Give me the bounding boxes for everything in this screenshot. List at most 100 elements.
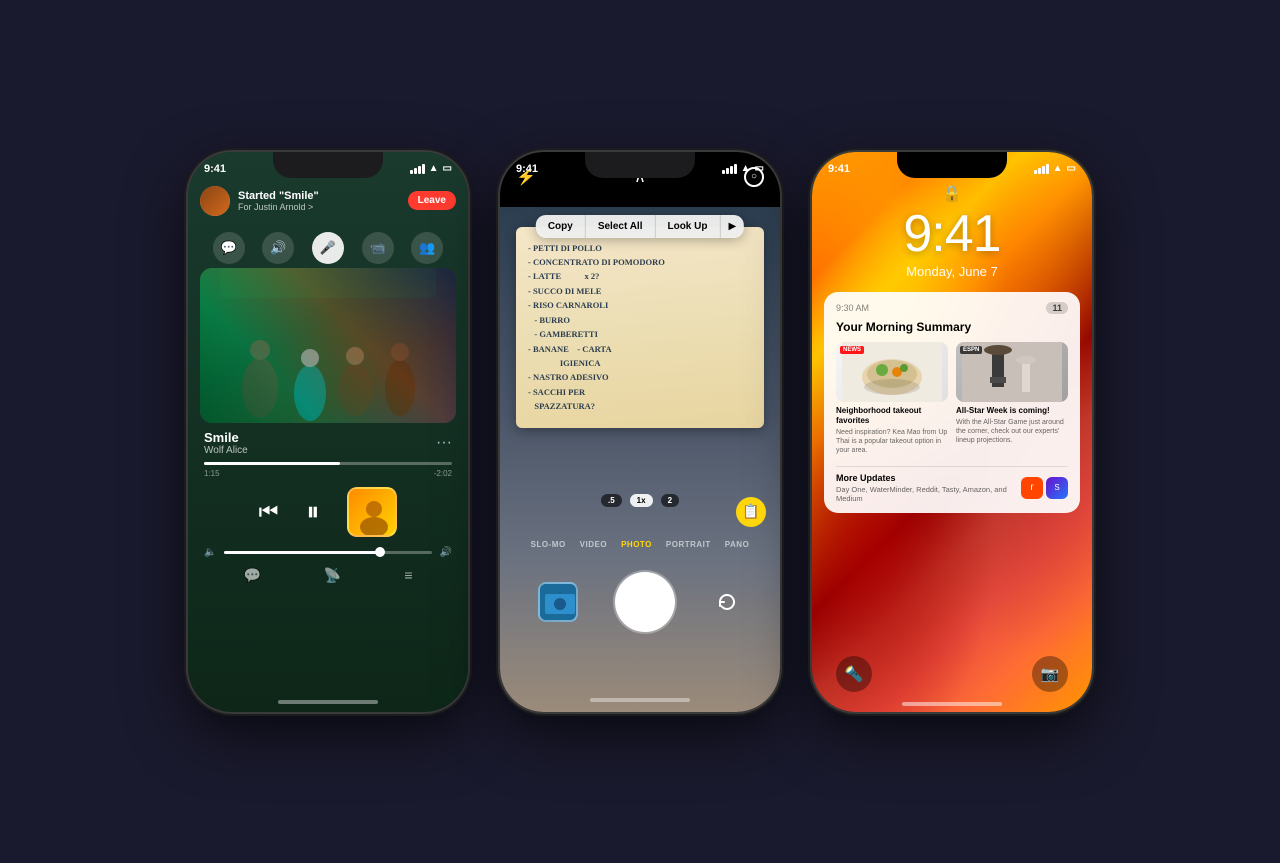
mode-portrait[interactable]: PORTRAIT [666, 540, 711, 549]
status-bar-2: 9:41 ▲ ▭ [500, 152, 780, 180]
notif-title: Your Morning Summary [836, 320, 1068, 334]
volume-fill [224, 551, 379, 554]
reddit-icon: r [1021, 477, 1043, 499]
chat-button[interactable]: 💬 [213, 232, 245, 264]
volume-high-icon: 🔊 [440, 547, 452, 558]
bar4c [1046, 164, 1049, 174]
grocery-note: - PETTI DI POLLO - CONCENTRATO DI POMODO… [516, 227, 764, 428]
album-overlay [200, 268, 456, 423]
flashlight-button[interactable]: 🔦 [836, 656, 872, 692]
lyrics-button[interactable]: 💬 [243, 567, 260, 584]
progress-bar[interactable]: 1:15 -2:02 [204, 462, 452, 478]
wifi-icon-3: ▲ [1053, 163, 1063, 174]
pip-video[interactable] [347, 487, 397, 537]
select-all-menu-item[interactable]: Select All [586, 215, 656, 238]
news-image-1: NEWS [836, 342, 948, 402]
song-details: Smile Wolf Alice [204, 430, 248, 456]
more-updates-row: More Updates Day One, WaterMinder, Reddi… [836, 466, 1068, 503]
bar2b [726, 168, 729, 174]
playback-controls: ⏮ ⏸ [188, 487, 468, 537]
time-current: 1:15 [204, 469, 220, 478]
more-options-button[interactable]: ··· [436, 434, 452, 452]
mode-slomo[interactable]: SLO-MO [531, 540, 566, 549]
lock-icon: 🔒 [942, 184, 962, 204]
signal-icon-3 [1034, 164, 1049, 174]
battery-icon: ▭ [443, 163, 452, 174]
mic-button[interactable]: 🎤 [312, 232, 344, 264]
pause-button[interactable]: ⏸ [306, 496, 319, 528]
status-time-3: 9:41 [828, 163, 850, 175]
call-title: Started "Smile" [238, 190, 400, 202]
bottom-controls: 💬 📡 ≡ [188, 567, 468, 584]
zoom-0.5[interactable]: .5 [601, 494, 622, 507]
bar4 [422, 164, 425, 174]
notif-header: 9:30 AM 11 [836, 302, 1068, 314]
time-row: 1:15 -2:02 [204, 469, 452, 478]
battery-icon-2: ▭ [755, 163, 764, 174]
call-controls: 💬 🔊 🎤 📹 👥 [188, 226, 468, 270]
news-card-2[interactable]: ESPN All-Star Week is coming! With the A… [956, 342, 1068, 456]
camera-preview: - PETTI DI POLLO - CONCENTRATO DI POMODO… [500, 207, 780, 712]
phone-3: 9:41 ▲ ▭ 🔒 9:41 Monday, June 7 9:30 [812, 152, 1092, 712]
status-icons-2: ▲ ▭ [722, 163, 764, 174]
queue-button[interactable]: ≡ [404, 567, 412, 584]
phone-1-screen: 9:41 ▲ ▭ Started "Smile" For Justin [188, 152, 468, 712]
people-button[interactable]: 👥 [411, 232, 443, 264]
more-apps-list: Day One, WaterMinder, Reddit, Tasty, Ama… [836, 485, 1021, 503]
morning-summary-notification[interactable]: 9:30 AM 11 Your Morning Summary NEWS [824, 292, 1080, 513]
phone-2-screen: 9:41 ▲ ▭ ⚡ ∧ ○ [500, 152, 780, 712]
more-app-icons: r S [1021, 477, 1068, 499]
copy-menu-item[interactable]: Copy [536, 215, 586, 238]
photo-thumbnail[interactable] [538, 582, 578, 622]
progress-fill [204, 462, 340, 465]
album-art [200, 268, 456, 423]
wifi-icon-2: ▲ [741, 163, 751, 174]
leave-button[interactable]: Leave [408, 191, 456, 210]
battery-icon-3: ▭ [1067, 163, 1076, 174]
zoom-2x[interactable]: 2 [661, 494, 679, 507]
news-headline-1: Neighborhood takeout favorites [836, 406, 948, 427]
song-artist: Wolf Alice [204, 445, 248, 456]
avatar [200, 186, 230, 216]
bar1b [722, 170, 725, 174]
status-time-2: 9:41 [516, 163, 538, 175]
home-bar-3 [902, 702, 1002, 706]
news-badge-2: ESPN [960, 346, 982, 354]
camera-button[interactable]: 📷 [1032, 656, 1068, 692]
notch-3 [897, 152, 1007, 178]
home-bar-2 [590, 698, 690, 702]
mode-photo[interactable]: PHOTO [621, 540, 652, 549]
speaker-button[interactable]: 🔊 [262, 232, 294, 264]
more-updates-info: More Updates Day One, WaterMinder, Reddi… [836, 473, 1021, 503]
look-up-menu-item[interactable]: Look Up [655, 215, 720, 238]
phone-3-screen: 9:41 ▲ ▭ 🔒 9:41 Monday, June 7 9:30 [812, 152, 1092, 712]
thumb-image [540, 584, 578, 622]
volume-slider[interactable]: 🔈 🔊 [204, 547, 452, 558]
lockscreen-time: 9:41 [812, 204, 1092, 264]
news-card-1[interactable]: NEWS Neighborhood takeout favorites Ne [836, 342, 948, 456]
shutter-row [500, 572, 780, 632]
medium-icon: S [1046, 477, 1068, 499]
context-menu: Copy Select All Look Up ▶ [536, 215, 744, 238]
rewind-button[interactable]: ⏮ [259, 499, 279, 525]
wifi-icon: ▲ [429, 163, 439, 174]
flip-camera-button[interactable] [712, 587, 742, 617]
menu-more-arrow[interactable]: ▶ [720, 215, 744, 238]
zoom-1x[interactable]: 1x [630, 494, 653, 507]
airplay-button[interactable]: 📡 [324, 567, 341, 584]
more-updates-title: More Updates [836, 473, 1021, 483]
volume-thumb [375, 547, 385, 557]
status-icons-1: ▲ ▭ [410, 163, 452, 174]
bar2 [414, 168, 417, 174]
shutter-button[interactable] [615, 572, 675, 632]
mode-pano[interactable]: PANO [725, 540, 750, 549]
flashlight-icon: 🔦 [845, 665, 864, 683]
camera-icon: 📷 [1041, 665, 1060, 683]
facetime-bar: Started "Smile" For Justin Arnold > Leav… [188, 180, 468, 222]
video-button[interactable]: 📹 [362, 232, 394, 264]
mode-video[interactable]: VIDEO [580, 540, 607, 549]
note-content: - PETTI DI POLLO - CONCENTRATO DI POMODO… [528, 241, 752, 414]
call-info: Started "Smile" For Justin Arnold > [238, 190, 400, 212]
live-text-button[interactable]: 📋 [736, 497, 766, 527]
lockscreen-bottom-row: 🔦 📷 [812, 656, 1092, 692]
